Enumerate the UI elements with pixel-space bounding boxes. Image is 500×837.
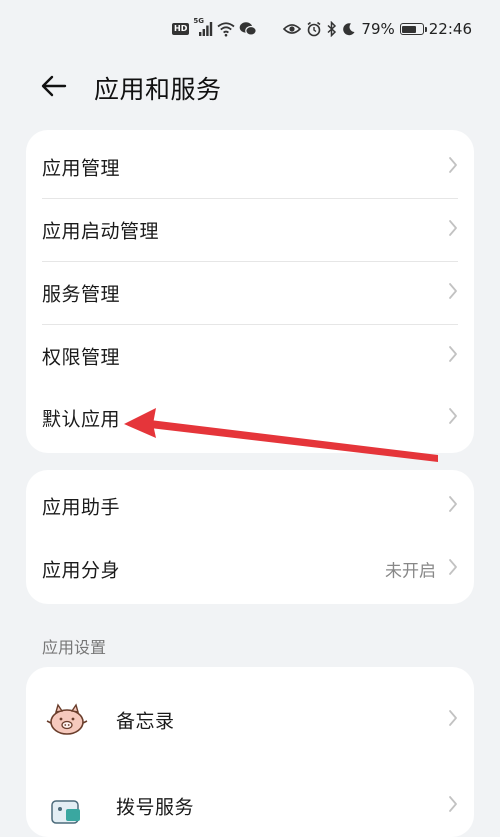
status-left: HD 5G xyxy=(172,17,258,40)
alarm-icon xyxy=(306,21,322,37)
chevron-right-icon xyxy=(448,558,458,580)
memo-pig-icon xyxy=(44,697,90,743)
header: 应用和服务 xyxy=(0,58,500,114)
row-dialer-service[interactable]: 拨号服务 xyxy=(26,775,474,837)
row-app-management[interactable]: 应用管理 xyxy=(26,136,474,198)
row-app-twin[interactable]: 应用分身 未开启 xyxy=(26,538,474,600)
chevron-right-icon xyxy=(448,282,458,304)
status-bar: HD 5G 79% 22:46 xyxy=(0,0,500,58)
row-app-assistant[interactable]: 应用助手 xyxy=(26,475,474,537)
section-heading-app-settings: 应用设置 xyxy=(42,638,107,657)
row-label: 应用分身 xyxy=(42,559,121,582)
battery-fill xyxy=(402,25,417,33)
chevron-right-icon xyxy=(448,795,458,817)
row-label: 备忘录 xyxy=(116,710,175,733)
row-label: 拨号服务 xyxy=(116,796,195,819)
battery-icon xyxy=(399,23,427,35)
chevron-right-icon xyxy=(448,345,458,367)
row-label: 应用管理 xyxy=(42,157,121,180)
dialer-icon xyxy=(44,783,90,829)
bluetooth-icon xyxy=(327,21,337,37)
clock: 22:46 xyxy=(428,20,472,38)
eye-comfort-icon xyxy=(283,23,302,35)
row-label: 服务管理 xyxy=(42,283,121,306)
chevron-right-icon xyxy=(448,156,458,178)
row-default-apps[interactable]: 默认应用 xyxy=(26,387,474,449)
chevron-right-icon xyxy=(448,219,458,241)
network-type-label: 5G xyxy=(193,17,204,25)
wechat-icon xyxy=(239,21,258,37)
settings-card-app-management: 应用管理 应用启动管理 服务管理 权限管理 默认应用 xyxy=(26,130,474,453)
back-button[interactable] xyxy=(36,68,72,104)
settings-card-app-tools: 应用助手 应用分身 未开启 xyxy=(26,470,474,604)
row-permission-management[interactable]: 权限管理 xyxy=(26,325,474,387)
chevron-right-icon xyxy=(448,495,458,517)
wifi-icon xyxy=(217,21,235,37)
row-label: 默认应用 xyxy=(42,408,121,431)
status-right: 79% 22:46 xyxy=(283,18,472,40)
do-not-disturb-moon-icon xyxy=(342,22,356,36)
row-service-management[interactable]: 服务管理 xyxy=(26,262,474,324)
row-memo[interactable]: 备忘录 xyxy=(26,689,474,751)
chevron-right-icon xyxy=(448,407,458,429)
hd-badge: HD xyxy=(172,23,190,35)
chevron-right-icon xyxy=(448,709,458,731)
page-title: 应用和服务 xyxy=(94,75,222,104)
row-app-launch-management[interactable]: 应用启动管理 xyxy=(26,199,474,261)
back-arrow-icon xyxy=(41,75,67,97)
cellular-signal-icon: 5G xyxy=(193,17,213,38)
battery-percent: 79% xyxy=(361,20,395,38)
row-label: 应用启动管理 xyxy=(42,220,160,243)
row-label: 应用助手 xyxy=(42,496,121,519)
row-label: 权限管理 xyxy=(42,346,121,369)
row-status-value: 未开启 xyxy=(385,561,436,582)
